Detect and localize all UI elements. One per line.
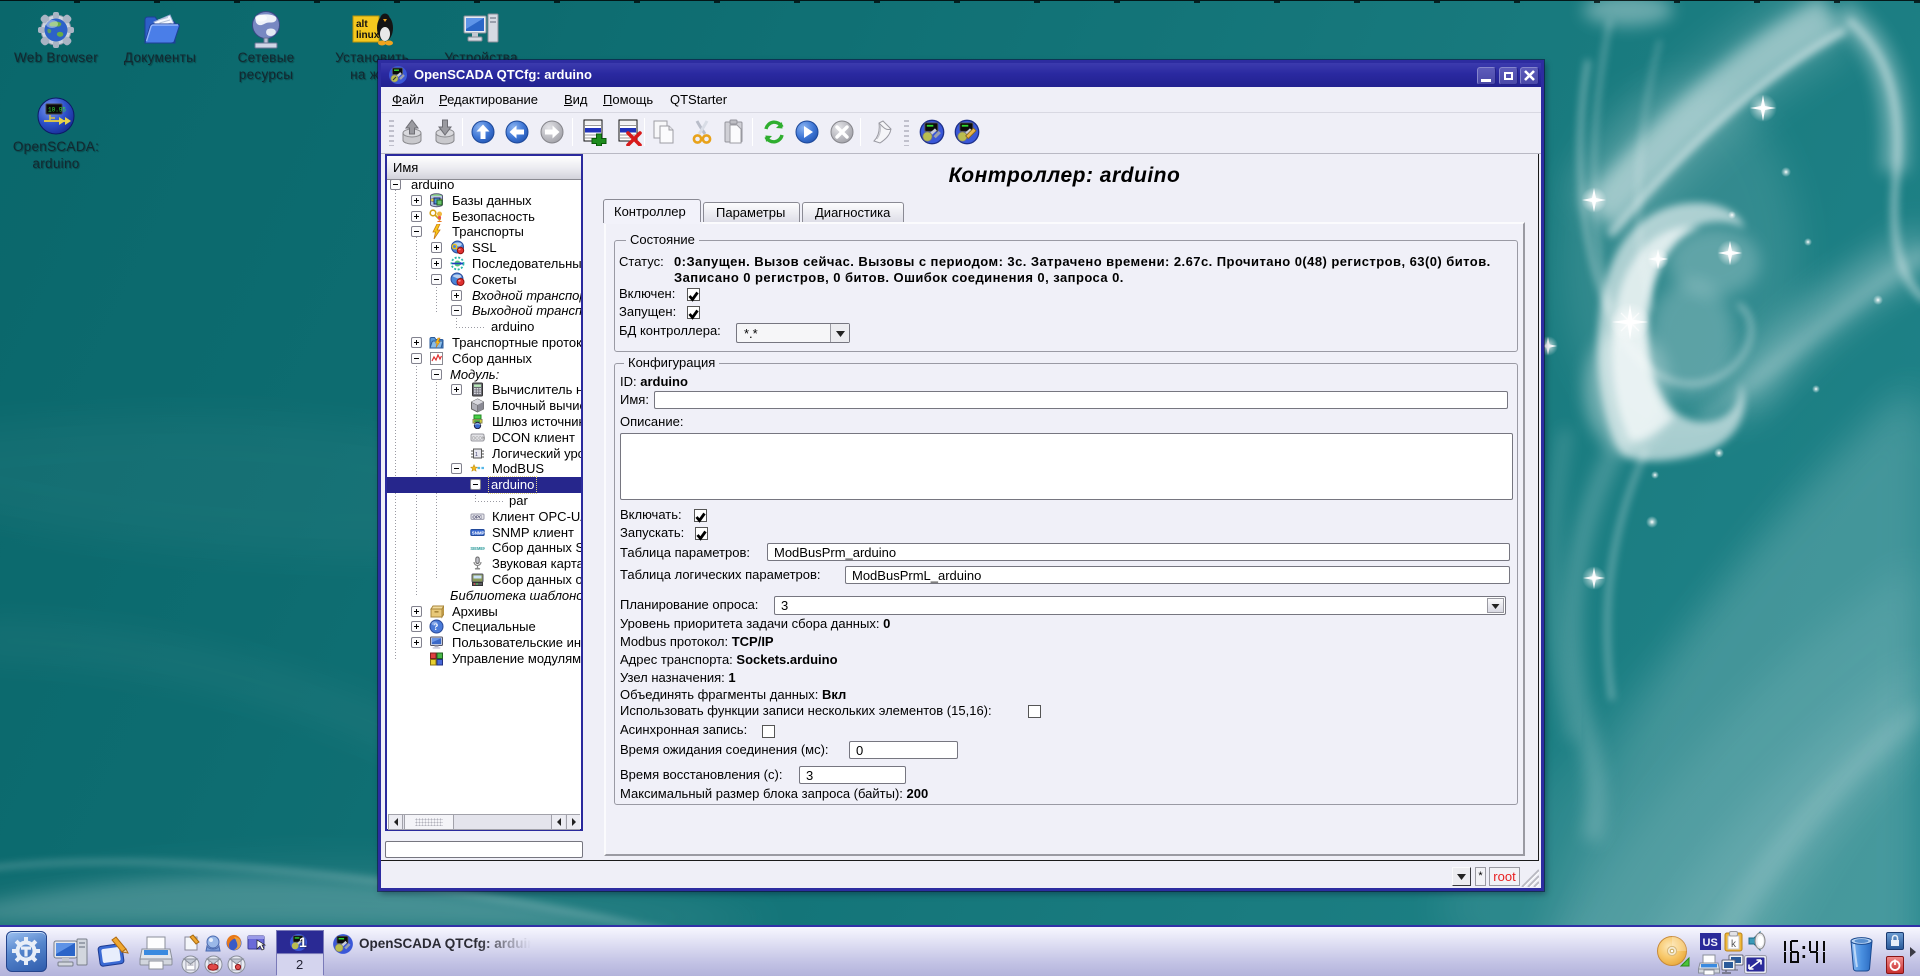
svg-text:alt: alt — [356, 19, 368, 30]
svg-text:US: US — [1703, 937, 1718, 949]
svg-text:linux: linux — [356, 30, 380, 41]
svg-text:10.95: 10.95 — [48, 107, 66, 114]
